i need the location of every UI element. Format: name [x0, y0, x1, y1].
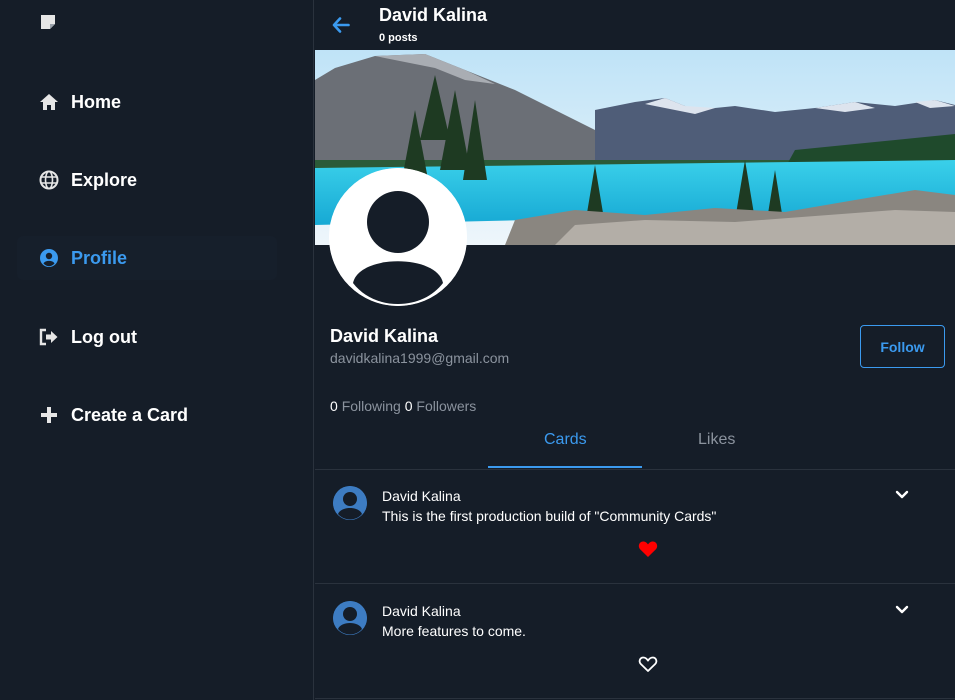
followers-label[interactable]: Followers [416, 398, 476, 414]
sidebar-item-label: Create a Card [71, 404, 189, 425]
card-item: David Kalina More features to come. [315, 585, 955, 699]
profile-email: davidkalina1999@gmail.com [330, 350, 510, 366]
sidebar-item-home[interactable]: Home [17, 80, 277, 124]
heart-filled-icon[interactable] [638, 540, 658, 558]
card-text: More features to come. [382, 623, 526, 639]
home-icon [39, 92, 59, 112]
profile-header: David Kalina 0 posts [315, 0, 955, 50]
sidebar-item-label: Explore [71, 169, 138, 190]
follow-stats: 0 Following 0 Followers [330, 398, 476, 414]
logout-icon [39, 327, 59, 347]
sidebar-item-label: Log out [71, 326, 137, 347]
avatar[interactable] [333, 601, 367, 635]
header-title: David Kalina [379, 5, 488, 25]
heart-outline-icon[interactable] [638, 655, 658, 673]
following-count: 0 [330, 398, 338, 414]
sidebar-item-label: Home [71, 91, 122, 112]
sidebar: Home Explore Profile Log out Create a Ca… [0, 0, 314, 700]
chevron-down-icon[interactable] [894, 487, 910, 503]
globe-icon [39, 170, 59, 190]
active-tab-indicator [488, 466, 642, 468]
following-label[interactable]: Following [342, 398, 401, 414]
card-text: This is the first production build of "C… [382, 508, 717, 524]
sidebar-item-profile[interactable]: Profile [17, 236, 277, 280]
post-count: 0 posts [379, 32, 418, 44]
tab-cards[interactable]: Cards [544, 431, 587, 449]
tab-likes[interactable]: Likes [698, 431, 735, 449]
sidebar-item-logout[interactable]: Log out [17, 315, 277, 359]
card-author[interactable]: David Kalina [382, 603, 461, 619]
follow-button[interactable]: Follow [860, 325, 945, 368]
avatar[interactable] [333, 486, 367, 520]
back-arrow-icon[interactable] [329, 13, 353, 37]
sidebar-item-explore[interactable]: Explore [17, 158, 277, 202]
app-logo-icon[interactable] [40, 14, 56, 30]
sidebar-item-label: Profile [71, 247, 128, 268]
followers-count: 0 [404, 398, 413, 414]
card-author[interactable]: David Kalina [382, 488, 461, 504]
card-item: David Kalina This is the first productio… [315, 470, 955, 584]
profile-avatar[interactable] [329, 168, 467, 306]
user-circle-icon [39, 248, 59, 268]
chevron-down-icon[interactable] [894, 602, 910, 618]
profile-name: David Kalina [330, 326, 439, 346]
plus-icon [39, 405, 59, 425]
sidebar-item-create-card[interactable]: Create a Card [17, 393, 277, 437]
main-content: David Kalina 0 posts David Kalina davidk… [315, 0, 955, 700]
